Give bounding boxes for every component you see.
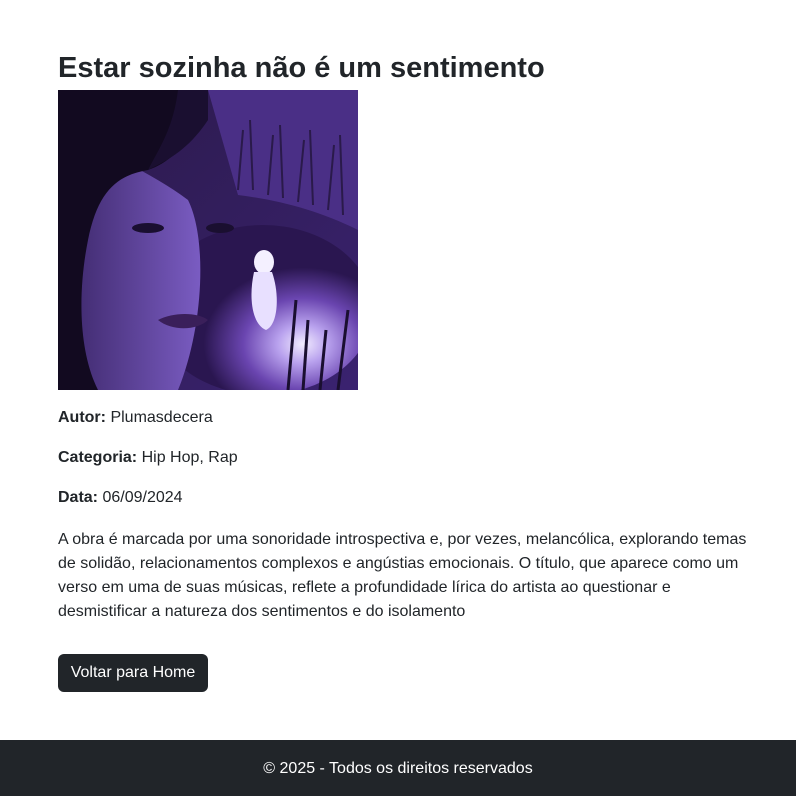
category-value: Hip Hop, Rap xyxy=(141,449,238,466)
category-label: Categoria: xyxy=(58,449,138,466)
date-value: 06/09/2024 xyxy=(102,489,183,506)
author-label: Autor: xyxy=(58,409,106,426)
album-description: A obra é marcada por uma sonoridade intr… xyxy=(58,531,747,620)
author-line: Autor: Plumasdecera xyxy=(58,408,748,428)
category-line: Categoria: Hip Hop, Rap xyxy=(58,448,748,468)
back-home-button[interactable]: Voltar para Home xyxy=(58,654,208,692)
album-detail: Estar sozinha não é um sentimento Autor:… xyxy=(58,48,748,624)
author-value: Plumasdecera xyxy=(110,409,213,426)
date-line: Data: 06/09/2024 xyxy=(58,488,748,508)
album-cover-image xyxy=(58,90,358,390)
date-label: Data: xyxy=(58,489,99,506)
page-title: Estar sozinha não é um sentimento xyxy=(58,52,545,84)
footer: © 2025 - Todos os direitos reservados xyxy=(0,740,796,796)
page: Estar sozinha não é um sentimento Autor:… xyxy=(0,0,796,796)
footer-copyright: © 2025 - Todos os direitos reservados xyxy=(263,760,533,777)
